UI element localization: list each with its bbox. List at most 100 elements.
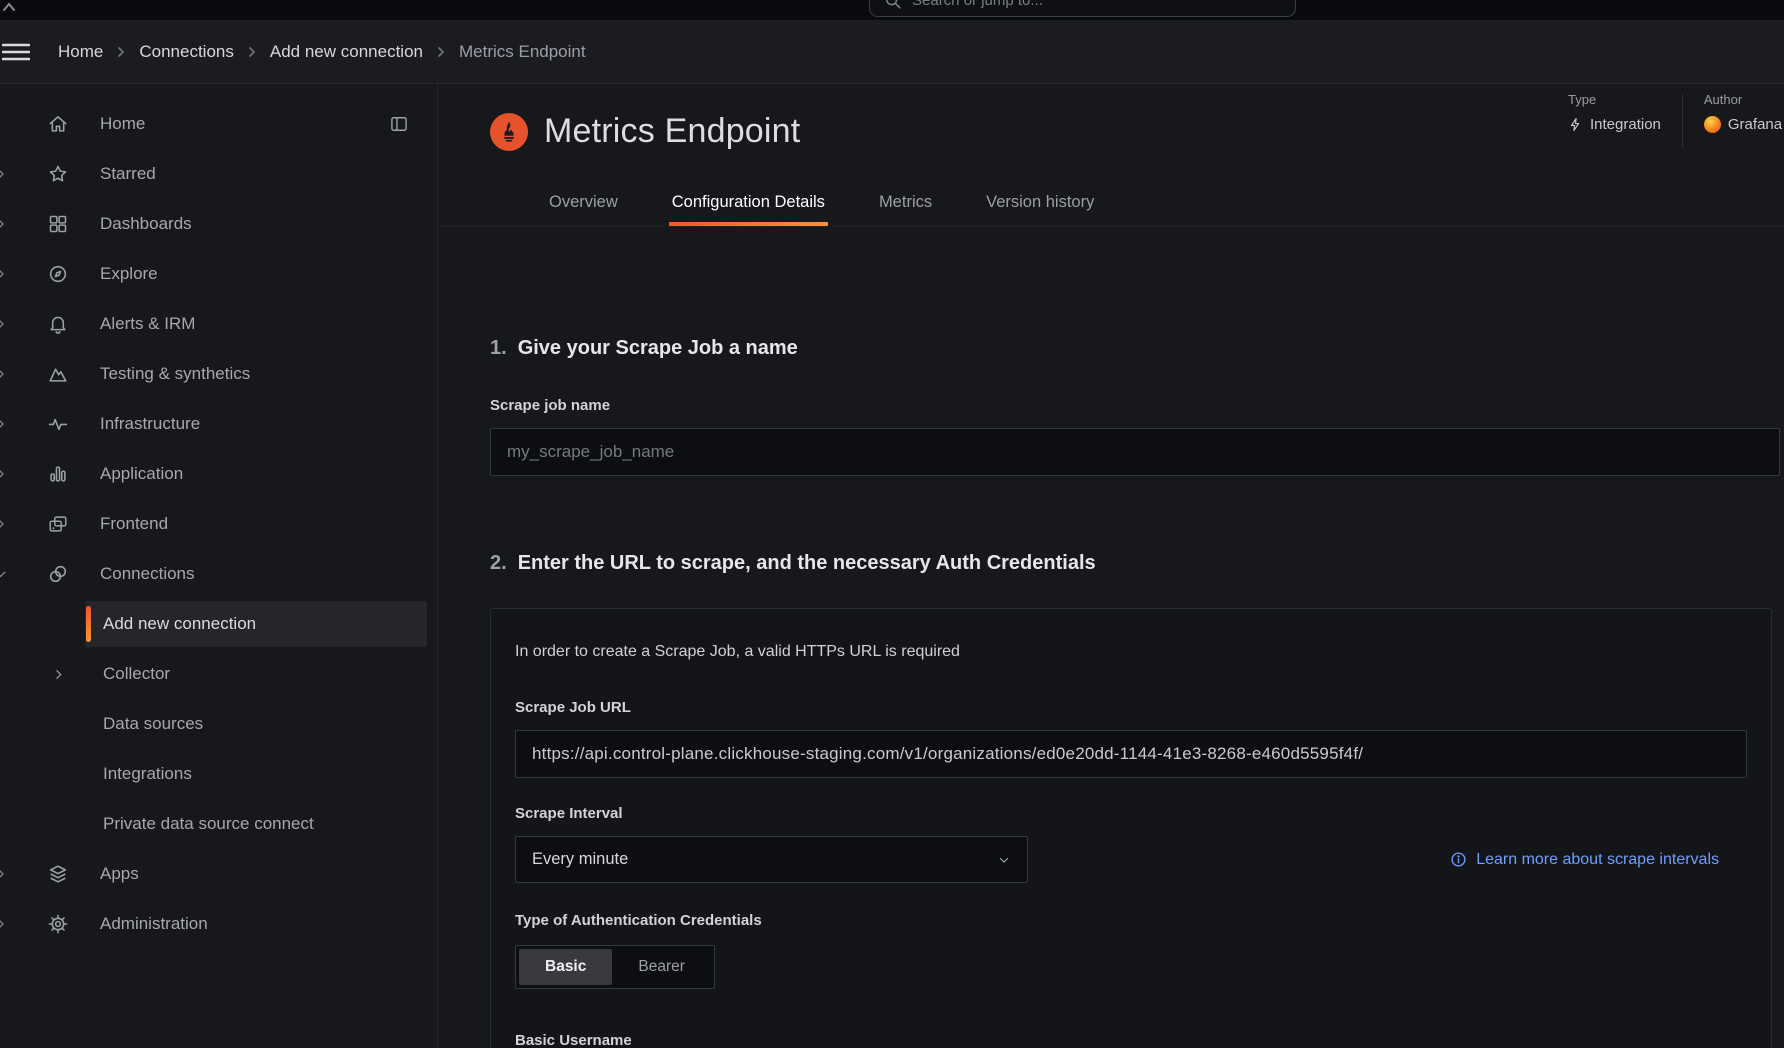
chevron-right-icon <box>247 46 257 58</box>
section-number: 2. <box>490 552 507 575</box>
sidebar-item-collector[interactable]: Collector <box>0 649 437 699</box>
sidebar-item-data-sources[interactable]: Data sources <box>0 699 437 749</box>
configuration-form: 1. Give your Scrape Job a name Scrape jo… <box>438 337 1784 1048</box>
chevron-right-icon[interactable] <box>52 668 65 681</box>
header-meta: Type Integration Author Grafana <box>1568 92 1782 148</box>
type-value: Integration <box>1568 116 1661 133</box>
scrape-job-url-input[interactable] <box>515 730 1747 778</box>
sidebar-item-explore[interactable]: Explore <box>0 249 437 299</box>
sidebar-item-testing-synthetics[interactable]: Testing & synthetics <box>0 349 437 399</box>
collapse-sidebar-icon[interactable] <box>389 114 409 134</box>
tab-metrics[interactable]: Metrics <box>876 179 935 226</box>
scrape-interval-row: Every minute Learn more about scrape int… <box>515 836 1747 883</box>
sidebar-item-label: Apps <box>100 864 139 884</box>
chevron-right-icon[interactable] <box>0 367 8 382</box>
author-value: Grafana <box>1704 116 1782 133</box>
sidebar-item-label: Alerts & IRM <box>100 314 195 334</box>
tab-bar: Overview Configuration Details Metrics V… <box>438 179 1784 227</box>
panel-note: In order to create a Scrape Job, a valid… <box>515 643 1747 661</box>
sidebar-item-application[interactable]: Application <box>0 449 437 499</box>
sidebar-item-label: Explore <box>100 264 158 284</box>
mountain-k6-icon <box>46 362 70 386</box>
breadcrumb-home[interactable]: Home <box>58 42 103 62</box>
search-icon <box>884 0 902 10</box>
menu-icon[interactable] <box>2 41 30 63</box>
sidebar-item-private-data-source-connect[interactable]: Private data source connect <box>0 799 437 849</box>
breadcrumb-connections[interactable]: Connections <box>139 42 234 62</box>
sidebar-item-administration[interactable]: Administration <box>0 899 437 949</box>
chevron-right-icon[interactable] <box>0 317 8 332</box>
chevron-right-icon[interactable] <box>0 217 8 232</box>
chevron-right-icon[interactable] <box>0 517 8 532</box>
type-column: Type Integration <box>1568 92 1661 148</box>
prometheus-icon <box>490 113 528 151</box>
dashboards-grid-icon <box>46 212 70 236</box>
url-auth-panel: In order to create a Scrape Job, a valid… <box>490 608 1772 1048</box>
tab-overview[interactable]: Overview <box>546 179 621 226</box>
sidebar-item-label: Dashboards <box>100 214 192 234</box>
pulse-icon <box>46 412 70 436</box>
frontend-windows-icon <box>46 512 70 536</box>
sidebar-item-starred[interactable]: Starred <box>0 149 437 199</box>
scrape-interval-select[interactable]: Every minute <box>515 836 1028 883</box>
chevron-right-icon[interactable] <box>0 867 8 882</box>
sidebar-item-alerts-irm[interactable]: Alerts & IRM <box>0 299 437 349</box>
sidebar-item-infrastructure[interactable]: Infrastructure <box>0 399 437 449</box>
lightning-icon <box>1568 116 1583 133</box>
auth-option-basic[interactable]: Basic <box>519 949 612 985</box>
author-column: Author Grafana <box>1704 92 1782 148</box>
breadcrumb-add-new-connection[interactable]: Add new connection <box>270 42 423 62</box>
bar-chart-icon <box>46 462 70 486</box>
scrape-interval-label: Scrape Interval <box>515 805 1747 822</box>
chevron-down-icon[interactable] <box>0 567 8 582</box>
sidebar-item-label: Home <box>100 114 145 134</box>
basic-username-label: Basic Username <box>515 1032 1747 1048</box>
chevron-right-icon <box>116 46 126 58</box>
selected-interval: Every minute <box>532 850 628 869</box>
divider <box>1682 94 1683 148</box>
sidebar-item-label: Collector <box>103 664 170 684</box>
auth-type-label: Type of Authentication Credentials <box>515 912 1747 929</box>
author-label: Author <box>1704 92 1782 107</box>
chevron-right-icon[interactable] <box>0 467 8 482</box>
tab-version-history[interactable]: Version history <box>983 179 1097 226</box>
search-input[interactable]: Search or jump to... <box>869 0 1296 17</box>
sidebar-item-dashboards[interactable]: Dashboards <box>0 199 437 249</box>
tab-configuration-details[interactable]: Configuration Details <box>669 179 828 226</box>
sidebar: Home Starred Dashboards Explore <box>0 84 438 1047</box>
learn-more-link[interactable]: Learn more about scrape intervals <box>1450 851 1719 869</box>
gear-icon <box>46 912 70 936</box>
sidebar-item-home[interactable]: Home <box>0 99 437 149</box>
sidebar-item-label: Add new connection <box>103 614 256 634</box>
sidebar-item-frontend[interactable]: Frontend <box>0 499 437 549</box>
compass-icon <box>46 262 70 286</box>
search-placeholder: Search or jump to... <box>912 0 1043 9</box>
scrape-job-name-input[interactable] <box>490 428 1780 476</box>
sidebar-item-apps[interactable]: Apps <box>0 849 437 899</box>
chevron-right-icon[interactable] <box>0 417 8 432</box>
bell-icon <box>46 312 70 336</box>
scrape-job-name-label: Scrape job name <box>490 397 1784 414</box>
top-strip: Search or jump to... <box>0 0 1784 20</box>
type-label: Type <box>1568 92 1661 107</box>
page-header: Metrics Endpoint Type Integration Author <box>438 84 1784 179</box>
caret-up-icon <box>2 1 16 13</box>
page-title: Metrics Endpoint <box>544 112 800 151</box>
auth-option-bearer[interactable]: Bearer <box>612 949 711 985</box>
section-2-heading: 2. Enter the URL to scrape, and the nece… <box>490 552 1784 575</box>
chevron-down-icon <box>997 853 1011 867</box>
sidebar-item-label: Starred <box>100 164 156 184</box>
section-number: 1. <box>490 337 507 360</box>
sidebar-item-label: Testing & synthetics <box>100 364 250 384</box>
sidebar-item-integrations[interactable]: Integrations <box>0 749 437 799</box>
section-title: Enter the URL to scrape, and the necessa… <box>518 552 1096 575</box>
sidebar-item-add-new-connection[interactable]: Add new connection <box>0 599 437 649</box>
section-1-heading: 1. Give your Scrape Job a name <box>490 337 1784 360</box>
sidebar-item-label: Data sources <box>103 714 203 734</box>
sidebar-item-connections[interactable]: Connections <box>0 549 437 599</box>
chevron-right-icon[interactable] <box>0 267 8 282</box>
chevron-right-icon[interactable] <box>0 167 8 182</box>
breadcrumb-current: Metrics Endpoint <box>459 42 586 62</box>
connections-link-icon <box>46 562 70 586</box>
chevron-right-icon[interactable] <box>0 917 8 932</box>
